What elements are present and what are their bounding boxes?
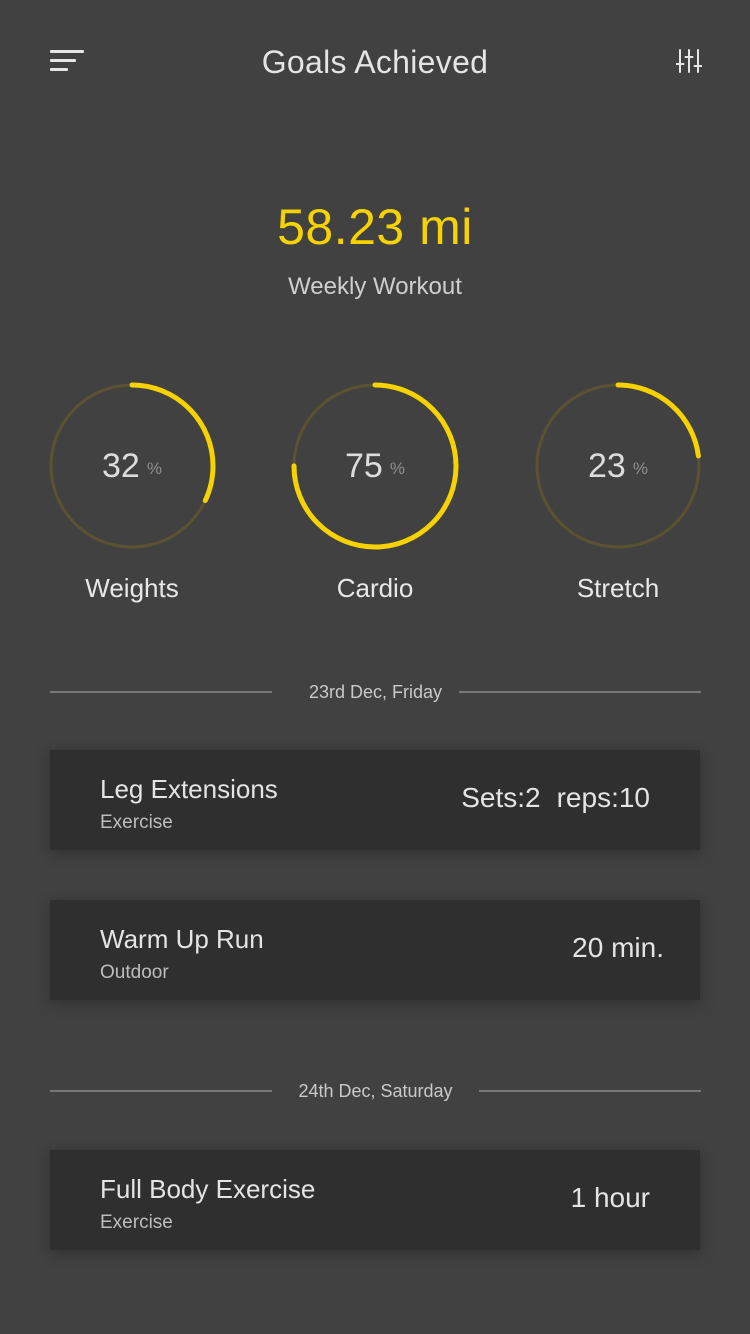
workout-reps: reps:10 <box>556 782 650 813</box>
date-divider: 24th Dec, Saturday <box>50 1076 701 1106</box>
workout-card[interactable]: Full Body Exercise Exercise 1 hour <box>50 1150 700 1250</box>
goal-label: Cardio <box>336 573 414 603</box>
goal-ring-stretch[interactable]: 23 % Stretch <box>534 382 702 603</box>
weekly-distance-label: Weekly Workout <box>288 273 462 300</box>
sliders-icon[interactable] <box>675 48 703 74</box>
goal-ring-weights[interactable]: 32 % Weights <box>48 382 216 603</box>
workout-category: Exercise <box>100 812 173 833</box>
workout-category: Exercise <box>100 1212 173 1233</box>
workout-card[interactable]: Warm Up Run Outdoor 20 min. <box>50 900 700 1000</box>
page-title: Goals Achieved <box>261 44 489 80</box>
goal-label: Stretch <box>576 573 660 603</box>
workout-category: Outdoor <box>100 962 169 983</box>
weekly-distance: 58.23 mi <box>277 199 473 255</box>
goal-unit: % <box>389 458 405 478</box>
workout-title: Full Body Exercise <box>100 1174 316 1204</box>
workout-duration: 1 hour <box>570 1182 650 1213</box>
workout-detail: Sets:2 reps:10 <box>461 782 650 814</box>
goal-value: 32 <box>102 446 140 485</box>
goal-value: 23 <box>588 446 626 485</box>
goal-label: Weights <box>85 573 179 603</box>
workout-sets: Sets:2 <box>461 782 541 813</box>
goal-unit: % <box>632 458 648 478</box>
date-label: 23rd Dec, Friday <box>308 682 443 702</box>
goal-unit: % <box>146 458 162 478</box>
workout-title: Leg Extensions <box>100 774 278 804</box>
date-label: 24th Dec, Saturday <box>298 1081 453 1101</box>
goals-screen: Goals Achieved 58.23 mi Weekly Workout 3… <box>0 0 750 1334</box>
workout-title: Warm Up Run <box>100 924 264 954</box>
goal-ring-cardio[interactable]: 75 % Cardio <box>291 382 459 603</box>
workout-duration: 20 min. <box>572 932 664 963</box>
workout-card[interactable]: Leg Extensions Exercise Sets:2 reps:10 <box>50 750 700 850</box>
date-divider: 23rd Dec, Friday <box>50 677 701 707</box>
goal-value: 75 <box>345 446 383 485</box>
